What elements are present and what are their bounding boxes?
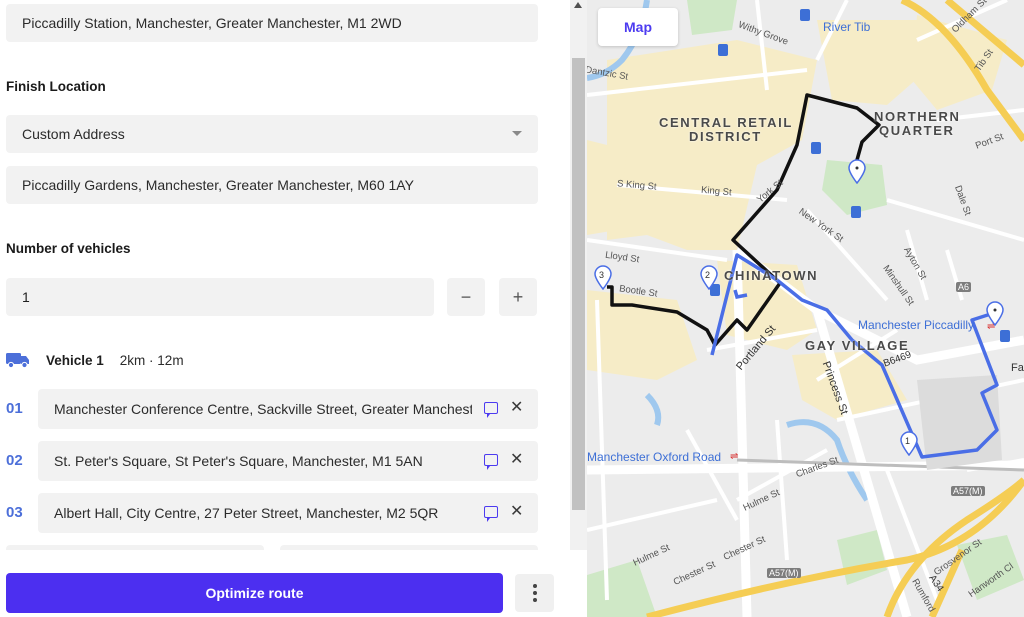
street-label: Fairf [1011, 362, 1024, 374]
stop-number: 03 [6, 504, 23, 521]
more-options-button[interactable] [515, 574, 554, 612]
place-label: River Tib [823, 20, 871, 34]
route-planner: Piccadilly Station, Manchester, Greater … [0, 0, 1024, 617]
vehicles-count-value: 1 [22, 289, 30, 305]
finish-address-field[interactable]: Piccadilly Gardens, Manchester, Greater … [6, 166, 538, 204]
minus-icon: − [460, 286, 472, 307]
map-tab[interactable]: Map [598, 8, 678, 46]
stop-address: Manchester Conference Centre, Sackville … [54, 401, 472, 417]
tram-stop-icon [811, 142, 821, 154]
close-icon[interactable]: ✕ [510, 399, 523, 417]
stop-item[interactable]: St. Peter's Square, St Peter's Square, M… [38, 441, 538, 481]
stop-number: 02 [6, 452, 23, 469]
plus-icon: + [512, 286, 524, 307]
comment-icon[interactable] [484, 402, 498, 418]
district-label: QUARTER [879, 123, 955, 138]
tram-stop-icon [851, 206, 861, 218]
district-label: GAY VILLAGE [805, 338, 910, 353]
vehicle-header: Vehicle 1 2km · 12m [6, 350, 184, 370]
stop-item[interactable]: Manchester Conference Centre, Sackville … [38, 389, 538, 429]
district-label: CHINATOWN [724, 268, 819, 283]
place-label: Manchester Piccadilly [858, 318, 975, 332]
start-address-value: Piccadilly Station, Manchester, Greater … [22, 15, 402, 31]
start-marker-icon[interactable] [985, 300, 1005, 326]
optimize-route-button[interactable]: Optimize route [6, 573, 503, 613]
route-marker-3-label: 3 [599, 270, 605, 280]
tram-stop-icon [1000, 330, 1010, 342]
road-number-badge: A57(M) [767, 568, 801, 578]
truck-icon [6, 353, 29, 368]
road-number-badge: A57(M) [951, 486, 985, 496]
tram-stop-icon [800, 9, 810, 21]
scrollbar-thumb[interactable] [572, 58, 585, 510]
finish-mode-select[interactable]: Custom Address [6, 115, 538, 153]
chevron-down-icon [512, 131, 522, 136]
route-marker-1-label: 1 [905, 436, 911, 446]
close-icon[interactable]: ✕ [510, 503, 523, 521]
add-stop-field[interactable] [6, 545, 264, 550]
add-stop-field-secondary[interactable] [280, 545, 538, 550]
district-label: DISTRICT [689, 129, 762, 144]
finish-location-label: Finish Location [6, 79, 106, 94]
route-marker-2-label: 2 [705, 270, 711, 280]
tram-stop-icon [718, 44, 728, 56]
decrement-button[interactable]: − [447, 278, 485, 316]
vehicle-summary: 2km · 12m [119, 352, 184, 368]
district-label: CENTRAL RETAIL [659, 115, 793, 130]
vehicles-count-label: Number of vehicles [6, 241, 131, 256]
more-vertical-icon [532, 584, 537, 602]
stop-item[interactable]: Albert Hall, City Centre, 27 Peter Stree… [38, 493, 538, 533]
stop-number: 01 [6, 400, 23, 417]
map-view[interactable]: CENTRAL RETAIL DISTRICT NORTHERN QUARTER… [587, 0, 1024, 617]
comment-icon[interactable] [484, 506, 498, 522]
finish-address-value: Piccadilly Gardens, Manchester, Greater … [22, 177, 414, 193]
close-icon[interactable]: ✕ [510, 451, 523, 469]
vehicle-name: Vehicle 1 [46, 352, 104, 368]
road-number-badge: A6 [956, 282, 972, 292]
stop-address: St. Peter's Square, St Peter's Square, M… [54, 453, 423, 469]
map-canvas[interactable] [587, 0, 1024, 617]
start-address-field[interactable]: Piccadilly Station, Manchester, Greater … [6, 4, 538, 42]
finish-mode-value: Custom Address [22, 126, 125, 142]
district-label: NORTHERN [874, 109, 961, 124]
stop-address: Albert Hall, City Centre, 27 Peter Stree… [54, 505, 439, 521]
scroll-up-arrow-icon[interactable] [574, 2, 582, 8]
route-settings-panel: Piccadilly Station, Manchester, Greater … [0, 0, 570, 550]
increment-button[interactable]: + [499, 278, 537, 316]
place-label: Manchester Oxford Road [587, 450, 722, 464]
rail-station-icon: ⇌ [730, 451, 739, 462]
comment-icon[interactable] [484, 454, 498, 470]
vehicles-count-input[interactable]: 1 [6, 278, 434, 316]
finish-marker-icon[interactable] [847, 158, 867, 184]
